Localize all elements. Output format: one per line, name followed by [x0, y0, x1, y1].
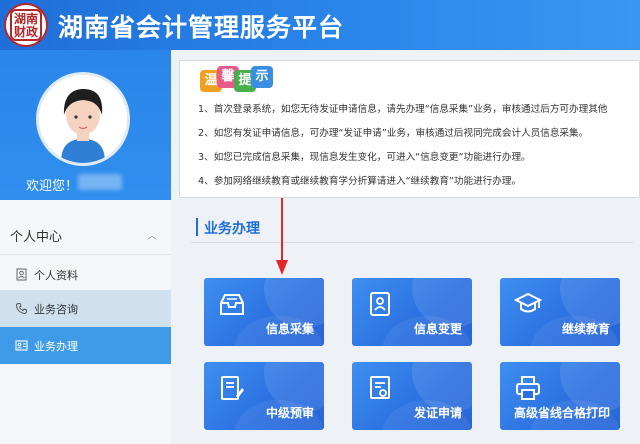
section-accent-bar [196, 218, 198, 236]
avatar[interactable] [36, 72, 130, 166]
tile-info-change[interactable]: 信息变更 [352, 278, 472, 346]
red-arrow-annotation [276, 198, 288, 275]
tile-label: 中级预审 [265, 406, 314, 420]
notice-banner: 温 馨 提 示 [200, 64, 273, 94]
tile-label: 继续教育 [561, 322, 610, 336]
tile-label: 信息变更 [413, 322, 462, 336]
graduation-cap-icon [514, 292, 542, 313]
notice-line: 2、如您有发证申请信息，可办理“发证申请”业务，审核通过后视同完成会计人员信息采… [198, 128, 589, 139]
tile-continuing-education[interactable]: 继续教育 [500, 278, 620, 346]
sidebar-item-label: 个人资料 [34, 269, 78, 282]
tile-intermediate-review[interactable]: 中级预审 [204, 362, 324, 430]
top-header: 湖南 财政 湖南省会计管理服务平台 [0, 0, 640, 50]
logo: 湖南 财政 [4, 3, 48, 47]
notice-banner-char: 示 [251, 66, 273, 88]
notice-line: 1、首次登录系统，如您无待发证申请信息，请先办理“信息采集”业务，审核通过后方可… [198, 104, 608, 115]
certificate-icon [370, 376, 390, 399]
notice-line: 3、如您已完成信息采集，现信息发生变化，可进入“信息变更”功能进行办理。 [198, 152, 531, 163]
sidebar-item-label: 业务咨询 [34, 303, 78, 316]
page-title: 湖南省会计管理服务平台 [58, 13, 345, 42]
person-card-icon [370, 292, 390, 316]
logo-seal: 湖南 财政 [10, 9, 42, 41]
tile-label: 信息采集 [265, 322, 314, 336]
sidebar-item-consult[interactable]: 业务咨询 [0, 290, 171, 327]
tile-certificate-application[interactable]: 发证申请 [352, 362, 472, 430]
phone-icon [15, 303, 27, 315]
menu-group-personal-center[interactable]: 个人中心 ︿ [0, 215, 171, 255]
tile-senior-print[interactable]: 高级省线合格打印 [500, 362, 620, 430]
inbox-icon [220, 294, 244, 315]
divider [191, 242, 633, 243]
main-panel: 温 馨 提 示 1、首次登录系统，如您无待发证申请信息，请先办理“信息采集”业务… [171, 50, 640, 444]
profile-icon [16, 268, 27, 281]
tile-label: 发证申请 [413, 406, 462, 420]
document-edit-icon [221, 376, 244, 400]
sidebar-item-label: 业务办理 [34, 340, 78, 353]
notice-list: 1、首次登录系统，如您无待发证申请信息，请先办理“信息采集”业务，审核通过后方可… [198, 101, 639, 197]
profile-card: 欢迎您！ [0, 50, 171, 200]
notice-box: 温 馨 提 示 1、首次登录系统，如您无待发证申请信息，请先办理“信息采集”业务… [179, 60, 640, 198]
username-redacted [78, 174, 122, 190]
sidebar: 欢迎您！ 个人中心 ︿ 个人资料 业务咨询 业务办理 [0, 50, 171, 444]
welcome-text: 欢迎您！ [26, 179, 79, 194]
section-title: 业务办理 [204, 221, 260, 237]
chevron-up-icon: ︿ [147, 231, 157, 242]
tile-label: 高级省线合格打印 [513, 406, 610, 420]
sidebar-item-profile[interactable]: 个人资料 [0, 256, 171, 293]
printer-icon [516, 376, 540, 400]
notice-line: 4、参加网络继续教育或继续教育学分折算请进入“继续教育”功能进行办理。 [198, 176, 522, 187]
id-card-icon [15, 340, 28, 351]
menu-group-label: 个人中心 [10, 230, 63, 245]
sidebar-item-business[interactable]: 业务办理 [0, 327, 171, 364]
tile-info-collection[interactable]: 信息采集 [204, 278, 324, 346]
